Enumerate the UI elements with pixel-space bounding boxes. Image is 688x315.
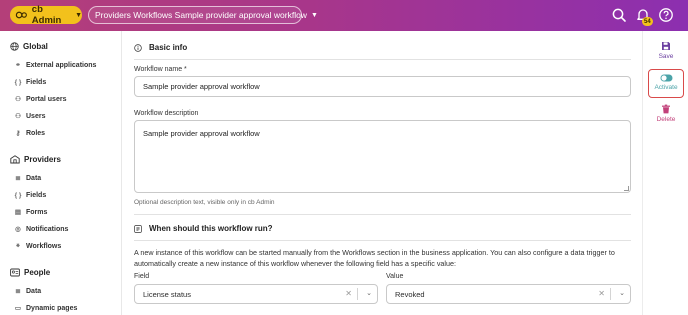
value-label: Value (386, 273, 404, 280)
divider (134, 59, 631, 60)
braces-icon: { } (14, 191, 22, 199)
sidebar-item-label: Fields (26, 191, 47, 199)
trigger-icon (134, 224, 142, 233)
workflow-name-label: Workflow name * (134, 66, 187, 73)
chevron-down-icon: ▼ (75, 11, 82, 19)
sidebar-item-forms[interactable]: ▤ Forms (14, 208, 48, 217)
description-help-text: Optional description text, visible only … (134, 199, 275, 206)
sidebar-item-users[interactable]: ⚇ Users (14, 112, 46, 121)
value-select[interactable]: Revoked ✕ ⌄ (386, 284, 631, 304)
section-title: When should this workflow run? (149, 224, 273, 233)
help-icon[interactable] (658, 7, 674, 23)
braces-icon: { } (14, 78, 22, 86)
field-select-value: License status (143, 289, 191, 299)
search-icon[interactable] (611, 7, 627, 23)
id-card-icon (10, 268, 20, 277)
field-select[interactable]: License status ✕ ⌄ (134, 284, 378, 304)
users-icon: ⚇ (15, 113, 21, 120)
select-separator (610, 288, 611, 300)
workflow-description-textarea[interactable]: Sample provider approval workflow (134, 120, 631, 193)
sidebar-item-notifications[interactable]: ◎ Notifications (14, 225, 69, 234)
info-icon (134, 43, 142, 52)
section-title: Basic info (149, 43, 188, 52)
workflow-name-value: Sample provider approval workflow (143, 82, 260, 91)
workflow-description-label: Workflow description (134, 110, 199, 117)
select-separator (357, 288, 358, 300)
sidebar-section-people: People (10, 268, 50, 277)
workflow-icon: ⚹ (16, 242, 20, 249)
workflow-name-input[interactable]: Sample provider approval workflow (134, 76, 631, 97)
sidebar-item-label: Portal users (26, 95, 67, 103)
sidebar-item-roles[interactable]: ⚷ Roles (14, 129, 46, 138)
sidebar-item-people-data[interactable]: ≣ Data (14, 287, 42, 296)
chevron-down-icon: ▼ (310, 11, 318, 19)
clear-icon[interactable]: ✕ (598, 289, 605, 298)
sidebar-item-providers-data[interactable]: ≣ Data (14, 174, 42, 183)
form-icon: ▤ (14, 209, 22, 216)
trigger-description: A new instance of this workflow can be s… (134, 248, 615, 268)
database-icon: ≣ (15, 175, 21, 182)
globe-icon (10, 42, 19, 51)
sidebar-section-title: Global (23, 42, 48, 51)
sidebar-item-providers-fields[interactable]: { } Fields (14, 191, 47, 199)
sidebar-item-label: Fields (26, 78, 47, 86)
key-icon: ⚷ (15, 130, 21, 137)
section-header-basic-info: Basic info (134, 43, 187, 52)
page-icon: ▭ (14, 305, 22, 312)
sidebar-item-global-fields[interactable]: { } Fields (14, 78, 47, 86)
breadcrumb-text: Providers Workflows Sample provider appr… (95, 10, 307, 20)
sidebar-section-providers: Providers (10, 155, 61, 164)
sidebar-item-external-applications[interactable]: ⚭ External applications (14, 61, 97, 70)
sidebar-item-label: Data (26, 287, 42, 295)
sidebar-item-label: Roles (26, 129, 46, 137)
sidebar-section-title: Providers (24, 155, 61, 164)
notification-icon: ◎ (15, 226, 21, 233)
sidebar-item-workflows[interactable]: ⚹ Workflows (14, 242, 61, 250)
database-icon: ≣ (15, 288, 21, 295)
workflow-description-value: Sample provider approval workflow (143, 129, 260, 138)
value-select-value: Revoked (395, 289, 425, 299)
save-label: Save (658, 53, 674, 60)
sidebar-item-portal-users[interactable]: ⚇ Portal users (14, 95, 67, 104)
clear-icon[interactable]: ✕ (345, 289, 352, 298)
delete-label: Delete (656, 116, 676, 123)
app-switcher[interactable]: cb Admin ▼ (10, 4, 82, 26)
sidebar-section-global: Global (10, 42, 48, 51)
sidebar-item-dynamic-pages[interactable]: ▭ Dynamic pages (14, 304, 78, 313)
activate-button[interactable]: Activate (643, 74, 688, 91)
breadcrumb[interactable]: Providers Workflows Sample provider appr… (88, 6, 318, 24)
save-button[interactable]: Save (643, 41, 688, 60)
sidebar: Global ⚭ External applications { } Field… (0, 31, 121, 315)
gears-icon (15, 11, 27, 19)
section-header-trigger: When should this workflow run? (134, 224, 273, 233)
providers-icon (10, 155, 20, 164)
resize-handle[interactable] (624, 186, 629, 191)
sidebar-item-label: Workflows (26, 242, 62, 250)
divider (134, 240, 631, 241)
trash-icon (662, 104, 670, 114)
action-panel: Save Activate Delete (642, 31, 688, 315)
sidebar-item-label: Dynamic pages (26, 304, 78, 312)
sidebar-item-label: Notifications (26, 225, 69, 233)
save-icon (662, 42, 670, 50)
field-label: Field (134, 273, 150, 280)
top-bar: cb Admin ▼ Providers Workflows Sample pr… (0, 0, 688, 31)
activate-label: Activate (654, 84, 678, 91)
chevron-down-icon[interactable]: ⌄ (366, 289, 372, 297)
toggle-icon (660, 74, 672, 82)
main-content: Basic info Workflow name * Sample provid… (121, 31, 642, 315)
sidebar-item-label: External applications (26, 61, 97, 69)
chevron-down-icon[interactable]: ⌄ (619, 289, 625, 297)
sidebar-item-label: Data (26, 174, 42, 182)
app-label: cb Admin (31, 4, 62, 26)
notification-badge: 54 (642, 17, 653, 26)
delete-button[interactable]: Delete (643, 104, 688, 123)
sidebar-section-title: People (24, 268, 51, 277)
portal-users-icon: ⚇ (15, 96, 21, 103)
sidebar-item-label: Forms (26, 208, 48, 216)
nodes-icon: ⚭ (15, 62, 21, 69)
divider (134, 214, 631, 215)
sidebar-item-label: Users (26, 112, 46, 120)
